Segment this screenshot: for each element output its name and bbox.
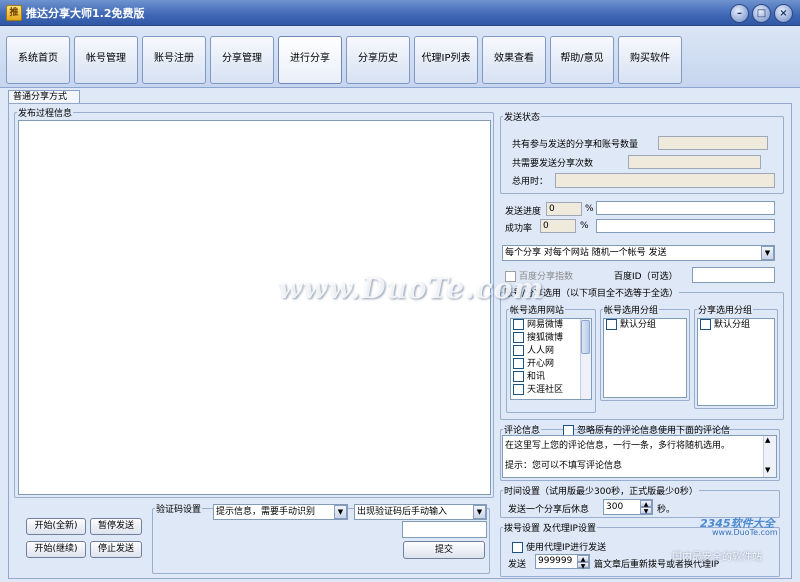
elapsed-label: 总用时： bbox=[512, 177, 549, 187]
send-count-label: 共需要发送分享次数 bbox=[512, 159, 594, 169]
tab-help[interactable]: 帮助/意见 bbox=[550, 36, 614, 84]
share-groups-legend: 分享选用分组 bbox=[698, 306, 753, 316]
tab-share-history[interactable]: 分享历史 bbox=[346, 36, 410, 84]
list-item[interactable]: 默认分组 bbox=[604, 319, 686, 332]
start-new-button[interactable]: 开始(全新) bbox=[26, 518, 86, 535]
start-continue-button[interactable]: 开始(继续) bbox=[26, 541, 86, 558]
success-percent: % bbox=[580, 221, 589, 231]
chevron-down-icon[interactable]: ▼ bbox=[334, 505, 347, 519]
list-item[interactable]: 网易微博 bbox=[511, 319, 591, 332]
chevron-down-icon[interactable]: ▼ bbox=[473, 505, 486, 519]
minimize-icon[interactable]: – bbox=[730, 4, 749, 23]
watermark-url: www.DuoTe.com bbox=[712, 528, 778, 537]
share-groups-list[interactable]: 默认分组 bbox=[697, 318, 775, 406]
chevron-down-icon[interactable]: ▼ bbox=[761, 246, 774, 260]
list-item[interactable]: 开心网 bbox=[511, 358, 591, 371]
list-item[interactable]: 搜狐微博 bbox=[511, 332, 591, 345]
tab-effect-view[interactable]: 效果查看 bbox=[482, 36, 546, 84]
list-item[interactable]: 天涯社区 bbox=[511, 384, 591, 397]
spin-down-icon[interactable]: ▼ bbox=[577, 562, 589, 570]
spin-up-icon[interactable]: ▲ bbox=[577, 555, 589, 563]
baidu-id-label: 百度ID（可选） bbox=[614, 272, 678, 282]
share-mode-dropdown[interactable]: 每个分享 对每个网站 随机一个帐号 发送 bbox=[502, 245, 775, 261]
progress-percent: % bbox=[585, 204, 594, 214]
tab-share-management[interactable]: 分享管理 bbox=[210, 36, 274, 84]
progress-value: 0 bbox=[546, 202, 582, 216]
tab-account-register[interactable]: 账号注册 bbox=[142, 36, 206, 84]
account-groups-list[interactable]: 默认分组 bbox=[603, 318, 687, 398]
list-item[interactable]: 和讯 bbox=[511, 371, 591, 384]
baidu-id-input[interactable] bbox=[692, 267, 775, 283]
close-icon[interactable]: × bbox=[774, 4, 793, 23]
proxy-legend: 拨号设置 及代理IP设置 bbox=[504, 524, 596, 534]
pause-button[interactable]: 暂停发送 bbox=[90, 518, 142, 535]
account-groups-legend: 帐号选用分组 bbox=[604, 306, 659, 316]
list-item[interactable]: 人人网 bbox=[511, 345, 591, 358]
tab-account-management[interactable]: 帐号管理 bbox=[74, 36, 138, 84]
tab-buy[interactable]: 购买软件 bbox=[618, 36, 682, 84]
captcha-mode-dropdown[interactable]: 提示信息，需要手动识别 bbox=[213, 504, 348, 520]
use-proxy-checkbox[interactable]: 使用代理IP进行发送 bbox=[512, 540, 606, 553]
elapsed-field bbox=[555, 173, 775, 188]
log-textarea[interactable] bbox=[18, 120, 491, 495]
send-count-field bbox=[628, 155, 761, 169]
total-count-field bbox=[658, 136, 768, 150]
total-count-label: 共有参与发送的分享和账号数量 bbox=[512, 140, 639, 150]
progress-label: 发送进度 bbox=[505, 207, 542, 217]
scroll-up-icon[interactable]: ▲ bbox=[765, 436, 770, 444]
maximize-icon[interactable]: □ bbox=[752, 4, 771, 23]
time-settings-legend: 时间设置（试用版最少300秒，正式版最少0秒） bbox=[504, 487, 698, 497]
use-proxy-label: 使用代理IP进行发送 bbox=[526, 543, 607, 553]
spin-up-icon[interactable]: ▲ bbox=[640, 500, 652, 508]
comment-line-2: 提示：您可以不填写评论信息 bbox=[505, 461, 623, 471]
rest-label: 发送一个分享后休息 bbox=[508, 505, 590, 515]
status-legend: 发送状态 bbox=[504, 113, 541, 123]
tab-proxy-list[interactable]: 代理IP列表 bbox=[414, 36, 478, 84]
tab-home[interactable]: 系统首页 bbox=[6, 36, 70, 84]
success-label: 成功率 bbox=[505, 224, 533, 234]
log-legend: 发布过程信息 bbox=[18, 109, 73, 119]
watermark-text: www.DuoTe.com bbox=[278, 272, 545, 305]
tab-run-share[interactable]: 进行分享 bbox=[278, 36, 342, 84]
seconds-unit: 秒。 bbox=[657, 505, 676, 515]
tab-normal-share[interactable]: 普通分享方式 bbox=[8, 90, 80, 104]
submit-button[interactable]: 提交 bbox=[403, 541, 485, 559]
scroll-down-icon[interactable]: ▼ bbox=[765, 466, 770, 474]
send-label: 发送 bbox=[508, 560, 527, 570]
comment-textarea[interactable]: 在这里写上您的评论信息，一行一条，多行将随机选用。 提示：您可以不填写评论信息 bbox=[502, 435, 777, 478]
progress-bar bbox=[596, 201, 775, 215]
watermark-slogan: 国内最安全的软件站 bbox=[672, 552, 762, 563]
comment-line-1: 在这里写上您的评论信息，一行一条，多行将随机选用。 bbox=[505, 441, 731, 451]
captcha-input[interactable] bbox=[402, 521, 487, 538]
app-icon: 推 bbox=[6, 5, 22, 21]
captcha-legend: 验证码设置 bbox=[156, 505, 202, 515]
spin-down-icon[interactable]: ▼ bbox=[640, 507, 652, 515]
success-bar bbox=[596, 219, 775, 233]
success-value: 0 bbox=[540, 219, 576, 233]
captcha-when-dropdown[interactable]: 出现验证码后手动输入 bbox=[354, 504, 487, 520]
scrollbar-thumb[interactable] bbox=[581, 320, 590, 354]
window-title: 推达分享大师1.2免费版 bbox=[26, 7, 145, 20]
stop-button[interactable]: 停止发送 bbox=[90, 541, 142, 558]
list-item[interactable]: 默认分组 bbox=[698, 319, 774, 332]
